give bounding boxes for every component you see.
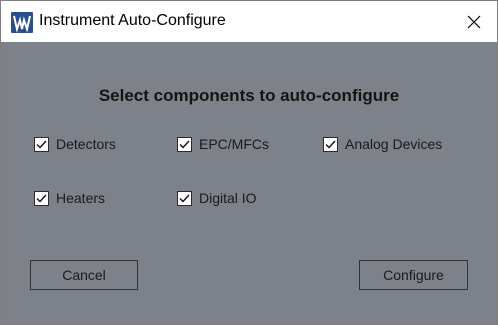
app-logo-icon bbox=[11, 12, 33, 33]
checkbox-box[interactable] bbox=[323, 136, 338, 152]
window-title: Instrument Auto-Configure bbox=[39, 12, 226, 29]
title-bar: Instrument Auto-Configure bbox=[1, 1, 497, 42]
checkbox-box[interactable] bbox=[177, 136, 192, 152]
configure-button[interactable]: Configure bbox=[359, 260, 468, 290]
checkbox-box[interactable] bbox=[177, 190, 192, 206]
checkmark-icon bbox=[36, 194, 47, 203]
close-icon bbox=[467, 15, 481, 28]
checkbox-label: Heaters bbox=[56, 190, 106, 206]
checkmark-icon bbox=[36, 140, 47, 149]
checkmark-icon bbox=[179, 194, 190, 203]
close-button[interactable] bbox=[451, 1, 497, 42]
checkbox-detectors[interactable]: Detectors bbox=[34, 136, 116, 152]
checkbox-heaters[interactable]: Heaters bbox=[34, 190, 105, 206]
checkbox-epc-mfcs[interactable]: EPC/MFCs bbox=[177, 136, 269, 152]
dialog-window: Instrument Auto-Configure Select compone… bbox=[0, 0, 498, 325]
checkbox-digital-io[interactable]: Digital IO bbox=[177, 190, 257, 206]
cancel-button[interactable]: Cancel bbox=[30, 260, 138, 290]
checkbox-box[interactable] bbox=[34, 136, 49, 152]
checkbox-analog-devices[interactable]: Analog Devices bbox=[323, 136, 442, 152]
checkbox-label: EPC/MFCs bbox=[199, 136, 269, 152]
checkbox-label: Digital IO bbox=[199, 190, 257, 206]
checkmark-icon bbox=[179, 140, 190, 149]
checkbox-box[interactable] bbox=[34, 190, 49, 206]
checkbox-label: Analog Devices bbox=[345, 136, 443, 152]
dialog-heading: Select components to auto-configure bbox=[98, 86, 400, 105]
checkbox-label: Detectors bbox=[56, 136, 116, 152]
checkmark-icon bbox=[325, 140, 336, 149]
